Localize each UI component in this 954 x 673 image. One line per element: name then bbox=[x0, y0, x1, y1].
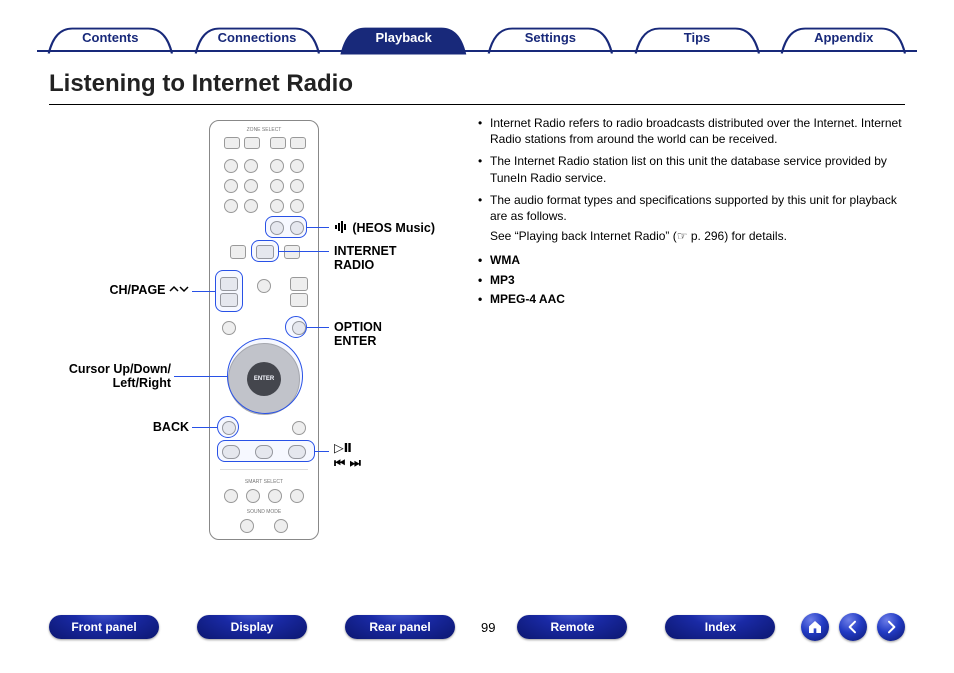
format-item: MP3 bbox=[478, 272, 908, 288]
heos-icon bbox=[334, 220, 352, 235]
page-title: Listening to Internet Radio bbox=[49, 70, 353, 98]
callout-chpage: CH/PAGE bbox=[49, 283, 189, 297]
format-list: WMA MP3 MPEG-4 AAC bbox=[478, 252, 908, 307]
link-front-panel[interactable]: Front panel bbox=[49, 615, 159, 639]
hl-heos bbox=[265, 216, 307, 238]
callout-cursor: Cursor Up/Down/ Left/Right bbox=[49, 362, 171, 390]
callout-text: (HEOS Music) bbox=[352, 221, 435, 235]
callout-heos: (HEOS Music) bbox=[334, 220, 435, 235]
tab-label: Tips bbox=[684, 27, 711, 49]
remote-diagram: ZONE SELECT bbox=[49, 120, 464, 550]
bullet-item: The audio format types and specification… bbox=[478, 192, 908, 224]
chevron-down-icon bbox=[179, 285, 189, 296]
callout-back: BACK bbox=[49, 420, 189, 434]
prev-page-icon[interactable] bbox=[839, 613, 867, 641]
description-column: Internet Radio refers to radio broadcast… bbox=[478, 115, 908, 310]
page-number: 99 bbox=[481, 620, 495, 635]
hl-cursor bbox=[227, 338, 303, 414]
tab-label: Contents bbox=[82, 27, 138, 49]
hl-transport bbox=[217, 440, 315, 462]
next-page-icon[interactable] bbox=[877, 613, 905, 641]
tab-label: Connections bbox=[218, 27, 297, 49]
tab-label: Settings bbox=[525, 27, 576, 49]
link-rear-panel[interactable]: Rear panel bbox=[345, 615, 455, 639]
bullet-item: The Internet Radio station list on this … bbox=[478, 153, 908, 185]
hl-option bbox=[285, 316, 307, 338]
link-remote[interactable]: Remote bbox=[517, 615, 627, 639]
see-reference: See “Playing back Internet Radio” (☞ p. … bbox=[478, 228, 908, 244]
format-item: WMA bbox=[478, 252, 908, 268]
callout-internet-radio: INTERNET RADIO bbox=[334, 244, 397, 272]
callout-option-enter: OPTION ENTER bbox=[334, 320, 382, 348]
title-rule bbox=[49, 104, 905, 105]
chevron-up-icon bbox=[169, 285, 179, 296]
tab-label: Appendix bbox=[814, 27, 873, 49]
link-display[interactable]: Display bbox=[197, 615, 307, 639]
tab-underline bbox=[37, 50, 917, 52]
nav-icon-group bbox=[801, 613, 905, 641]
hl-back bbox=[217, 416, 239, 438]
bottom-nav: Front panel Display Rear panel 99 Remote… bbox=[49, 613, 905, 641]
hl-internet-radio bbox=[251, 240, 279, 262]
hl-chpage bbox=[215, 270, 243, 312]
format-item: MPEG-4 AAC bbox=[478, 291, 908, 307]
link-index[interactable]: Index bbox=[665, 615, 775, 639]
callout-transport: ▷Ⅱ ⏮ ⏭ bbox=[334, 440, 361, 471]
tab-label: Playback bbox=[375, 27, 431, 49]
home-icon[interactable] bbox=[801, 613, 829, 641]
bullet-item: Internet Radio refers to radio broadcast… bbox=[478, 115, 908, 147]
